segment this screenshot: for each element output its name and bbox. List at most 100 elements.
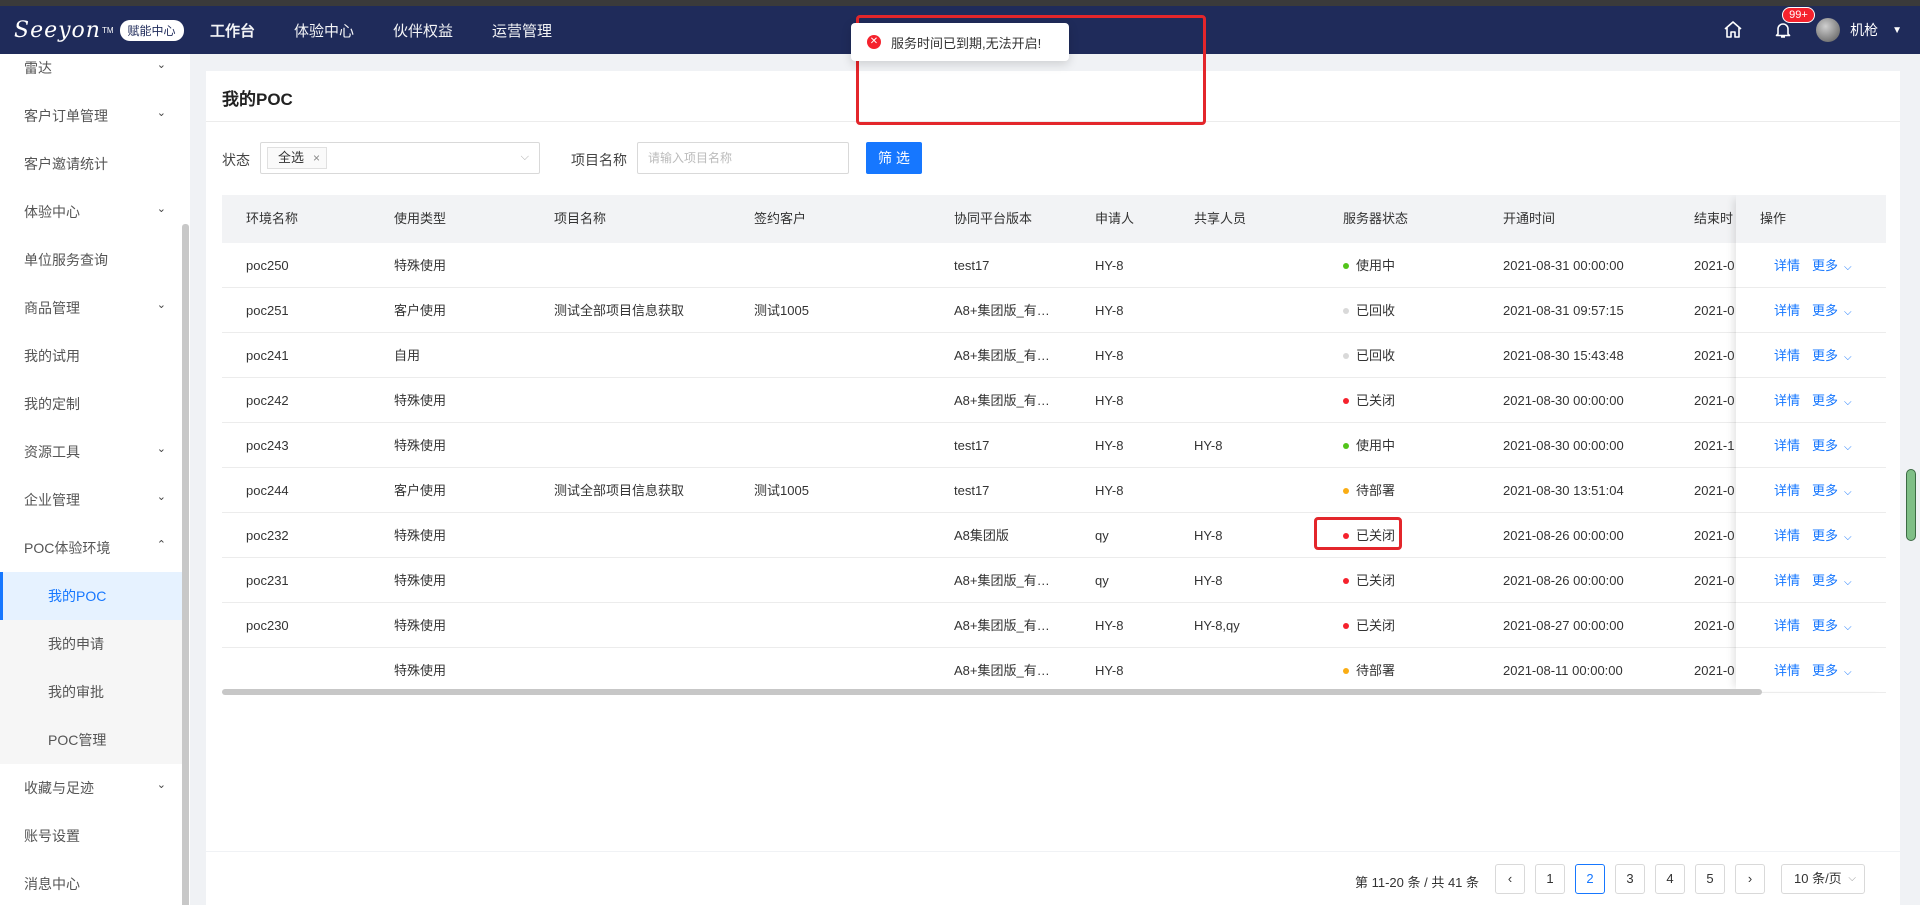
more-link[interactable]: 更多: [1812, 573, 1838, 588]
home-icon[interactable]: [1722, 19, 1744, 41]
chevron-down-icon[interactable]: ⌵: [1844, 622, 1852, 633]
detail-link[interactable]: 详情: [1774, 573, 1800, 588]
chevron-down-icon[interactable]: ⌵: [1844, 667, 1852, 678]
sidebar-item-my-trial[interactable]: 我的试用: [0, 332, 182, 380]
chevron-down-icon[interactable]: ⌵: [1844, 262, 1852, 273]
more-link[interactable]: 更多: [1812, 483, 1838, 498]
more-link[interactable]: 更多: [1812, 528, 1838, 543]
more-link[interactable]: 更多: [1812, 303, 1838, 318]
nav-item-operations[interactable]: 运营管理: [492, 20, 552, 41]
detail-link[interactable]: 详情: [1774, 438, 1800, 453]
status-dot-icon: [1343, 622, 1349, 629]
sidebar-sub-my-approve[interactable]: 我的审批: [0, 668, 182, 716]
chevron-down-icon[interactable]: ⌵: [1844, 577, 1852, 588]
sidebar-item-my-custom[interactable]: 我的定制: [0, 380, 182, 428]
pagination: 第 11-20 条 / 共 41 条 ‹ 1 2 3 4 5 › 10 条/页 ⌵: [206, 852, 1900, 905]
detail-link[interactable]: 详情: [1774, 663, 1800, 678]
cell-applicant: HY-8: [1095, 378, 1185, 423]
page-button-5[interactable]: 5: [1695, 864, 1725, 894]
next-page-button[interactable]: ›: [1735, 864, 1765, 894]
more-link[interactable]: 更多: [1812, 258, 1838, 273]
cell-env-name-text: poc231: [246, 573, 289, 588]
col-customer: 签约客户: [754, 211, 807, 226]
sidebar-sub-poc-manage[interactable]: POC管理: [0, 716, 182, 764]
chevron-down-icon[interactable]: ⌵: [1844, 307, 1852, 318]
cell-env-name-text: poc251: [246, 303, 289, 318]
more-link[interactable]: 更多: [1812, 438, 1838, 453]
nav-item-experience[interactable]: 体验中心: [294, 20, 354, 41]
sidebar-item-label: POC管理: [48, 732, 107, 748]
sidebar-item-favorites[interactable]: 收藏与足迹 ⌄: [0, 764, 182, 812]
avatar[interactable]: [1816, 18, 1841, 42]
detail-link[interactable]: 详情: [1774, 258, 1800, 273]
close-icon[interactable]: ×: [313, 148, 320, 168]
page-button-4[interactable]: 4: [1655, 864, 1685, 894]
page-button-1[interactable]: 1: [1535, 864, 1565, 894]
detail-link[interactable]: 详情: [1774, 618, 1800, 633]
sidebar-item-unit-service[interactable]: 单位服务查询: [0, 236, 182, 284]
cell-use-type-text: 特殊使用: [394, 393, 447, 408]
status-tag[interactable]: 全选 ×: [267, 147, 328, 169]
chevron-up-icon: ⌃: [156, 539, 166, 551]
chevron-down-icon[interactable]: ⌵: [1844, 397, 1852, 408]
col-operation: 操作: [1736, 195, 1886, 243]
chevron-down-icon[interactable]: ⌵: [1844, 442, 1852, 453]
sidebar-item-products[interactable]: 商品管理 ⌄: [0, 284, 182, 332]
table-horizontal-scrollbar[interactable]: [222, 689, 1762, 695]
cell-customer: 测试1005: [754, 288, 944, 333]
chevron-down-icon[interactable]: ⌵: [1844, 532, 1852, 543]
cell-use-type: 客户使用: [394, 288, 544, 333]
logo[interactable]: Seeyon TM 赋能中心: [0, 6, 190, 54]
operation-cell: 详情 更多 ⌵: [1736, 423, 1886, 468]
detail-link[interactable]: 详情: [1774, 393, 1800, 408]
sidebar-item-poc-env[interactable]: POC体验环境 ⌃: [0, 524, 182, 572]
page-button-2[interactable]: 2: [1575, 864, 1605, 894]
sidebar-scrollbar[interactable]: [182, 224, 189, 905]
prev-page-button[interactable]: ‹: [1495, 864, 1525, 894]
more-link[interactable]: 更多: [1812, 618, 1838, 633]
more-link[interactable]: 更多: [1812, 393, 1838, 408]
sidebar-item-experience-center[interactable]: 体验中心 ⌄: [0, 188, 182, 236]
cell-use-type-text: 特殊使用: [394, 618, 447, 633]
col-platform-version: 协同平台版本: [954, 211, 1033, 226]
more-link[interactable]: 更多: [1812, 348, 1838, 363]
filter-button[interactable]: 筛 选: [866, 142, 922, 174]
sidebar-item-enterprise[interactable]: 企业管理 ⌄: [0, 476, 182, 524]
sidebar-item-resource-tools[interactable]: 资源工具 ⌄: [0, 428, 182, 476]
detail-link[interactable]: 详情: [1774, 348, 1800, 363]
sidebar-item-customer-orders[interactable]: 客户订单管理 ⌄: [0, 92, 182, 140]
sidebar-sub-my-apply[interactable]: 我的申请: [0, 620, 182, 668]
cell-open-time-text: 2021-08-26 00:00:00: [1503, 573, 1624, 588]
toast-message: 服务时间已到期,无法开启!: [891, 35, 1042, 51]
cell-server-status: 已回收: [1343, 333, 1493, 378]
detail-link[interactable]: 详情: [1774, 528, 1800, 543]
col-use-type: 使用类型: [394, 211, 447, 226]
sidebar-item-messages[interactable]: 消息中心: [0, 860, 182, 905]
project-name-input[interactable]: [637, 142, 849, 174]
detail-link[interactable]: 详情: [1774, 483, 1800, 498]
cell-open-time: 2021-08-26 00:00:00: [1503, 558, 1683, 603]
detail-link[interactable]: 详情: [1774, 303, 1800, 318]
status-select[interactable]: 全选 × ⌵: [260, 142, 540, 174]
chevron-down-icon[interactable]: ⌵: [1844, 487, 1852, 498]
sidebar-item-account[interactable]: 账号设置: [0, 812, 182, 860]
window-scrollbar-thumb[interactable]: [1906, 469, 1916, 541]
cell-applicant: HY-8: [1095, 243, 1185, 288]
page-size-select[interactable]: 10 条/页 ⌵: [1781, 864, 1865, 894]
bell-icon[interactable]: 99+: [1772, 7, 1815, 41]
user-name[interactable]: 机枪: [1850, 20, 1878, 40]
cell-customer-text: 测试1005: [754, 483, 809, 498]
more-link[interactable]: 更多: [1812, 663, 1838, 678]
cell-use-type-text: 特殊使用: [394, 438, 447, 453]
sidebar-item-label: 消息中心: [24, 876, 80, 892]
cell-end-time-text: 2021-0: [1694, 258, 1735, 273]
sidebar-item-radar[interactable]: 雷达 ⌄: [0, 54, 182, 92]
nav-item-workbench[interactable]: 工作台: [210, 20, 255, 41]
cell-shared: [1194, 648, 1334, 693]
page-button-3[interactable]: 3: [1615, 864, 1645, 894]
nav-item-partner[interactable]: 伙伴权益: [393, 20, 453, 41]
sidebar-sub-my-poc[interactable]: 我的POC: [0, 572, 182, 620]
chevron-down-icon[interactable]: ▼: [1892, 25, 1902, 36]
sidebar-item-invite-stats[interactable]: 客户邀请统计: [0, 140, 182, 188]
chevron-down-icon[interactable]: ⌵: [1844, 352, 1852, 363]
